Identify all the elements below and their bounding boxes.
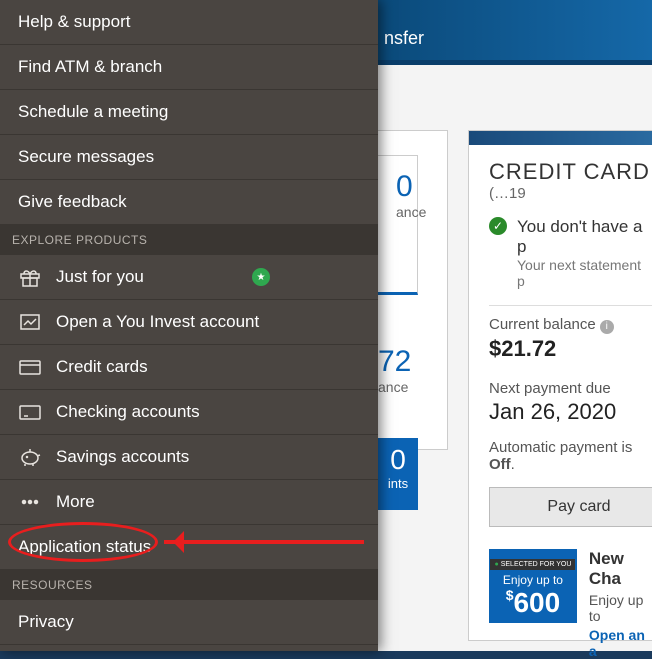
- points-label: ints: [378, 476, 418, 491]
- next-payment-label: Next payment due: [489, 380, 652, 397]
- current-balance-label: Current balance: [489, 316, 596, 333]
- auto-payment-status: Automatic payment is Off.: [489, 439, 652, 473]
- menu-secure-messages[interactable]: Secure messages: [0, 135, 378, 180]
- menu-savings-accounts[interactable]: Savings accounts: [0, 435, 378, 480]
- menu-just-for-you[interactable]: Just for you: [0, 255, 378, 300]
- menu-schedule-meeting[interactable]: Schedule a meeting: [0, 90, 378, 135]
- cc-account-number: (…19: [489, 185, 526, 202]
- more-icon: [18, 492, 42, 512]
- menu-checking-accounts[interactable]: Checking accounts: [0, 390, 378, 435]
- menu-privacy[interactable]: Privacy: [0, 600, 378, 645]
- next-payment-value: Jan 26, 2020: [489, 399, 652, 425]
- pay-card-button[interactable]: Pay card: [489, 487, 652, 527]
- points-value: 0: [378, 444, 418, 476]
- balance-2: 72: [378, 345, 408, 379]
- piggy-bank-icon: [18, 447, 42, 467]
- checking-icon: [18, 402, 42, 422]
- selected-for-you-badge: ●SELECTED FOR YOU: [490, 559, 575, 570]
- menu-you-invest[interactable]: Open a You Invest account: [0, 300, 378, 345]
- promo-link[interactable]: Open an a: [589, 627, 652, 659]
- points-box[interactable]: 0 ints: [378, 438, 418, 510]
- star-badge-icon: [252, 268, 270, 286]
- balance-1: 0: [396, 170, 399, 204]
- section-resources: RESOURCES: [0, 570, 378, 600]
- chart-icon: [18, 312, 42, 332]
- current-balance-value: $21.72: [489, 336, 652, 362]
- menu-give-feedback[interactable]: Give feedback: [0, 180, 378, 225]
- credit-card-icon: [18, 357, 42, 377]
- promo-amount: $600: [489, 587, 577, 619]
- menu-application-status[interactable]: Application status: [0, 525, 378, 570]
- promo-title: New Cha: [589, 549, 652, 589]
- main-content: nsfer 0 ance 72 ance 0 ints CREDIT CARD …: [378, 0, 652, 651]
- info-icon[interactable]: i: [600, 320, 614, 334]
- balance-2-label: ance: [378, 379, 408, 395]
- account-card-left-top: 0 ance: [378, 155, 418, 295]
- menu-more[interactable]: More: [0, 480, 378, 525]
- promo-subtitle: Enjoy up to: [589, 592, 652, 624]
- promo-banner[interactable]: ●SELECTED FOR YOU Enjoy up to $600 New C…: [489, 549, 652, 659]
- menu-help-support[interactable]: Help & support: [0, 0, 378, 45]
- credit-card-panel: CREDIT CARD (…19 ✓ You don't have a p Yo…: [468, 130, 652, 641]
- main-menu-sidebar: Help & support Find ATM & branch Schedul…: [0, 0, 378, 651]
- promo-enjoy-text: Enjoy up to: [489, 573, 577, 587]
- section-explore-products: EXPLORE PRODUCTS: [0, 225, 378, 255]
- top-nav: nsfer: [378, 0, 652, 65]
- gift-icon: [18, 267, 42, 287]
- cc-title[interactable]: CREDIT CARD: [489, 159, 650, 184]
- next-statement-text: Your next statement p: [517, 257, 652, 289]
- transfer-tab[interactable]: nsfer: [384, 28, 424, 48]
- no-payment-text: You don't have a p: [517, 217, 652, 257]
- checkmark-icon: ✓: [489, 217, 507, 235]
- menu-credit-cards[interactable]: Credit cards: [0, 345, 378, 390]
- promo-image: ●SELECTED FOR YOU Enjoy up to $600: [489, 549, 577, 623]
- balance-1-label: ance: [396, 204, 399, 220]
- menu-find-atm[interactable]: Find ATM & branch: [0, 45, 378, 90]
